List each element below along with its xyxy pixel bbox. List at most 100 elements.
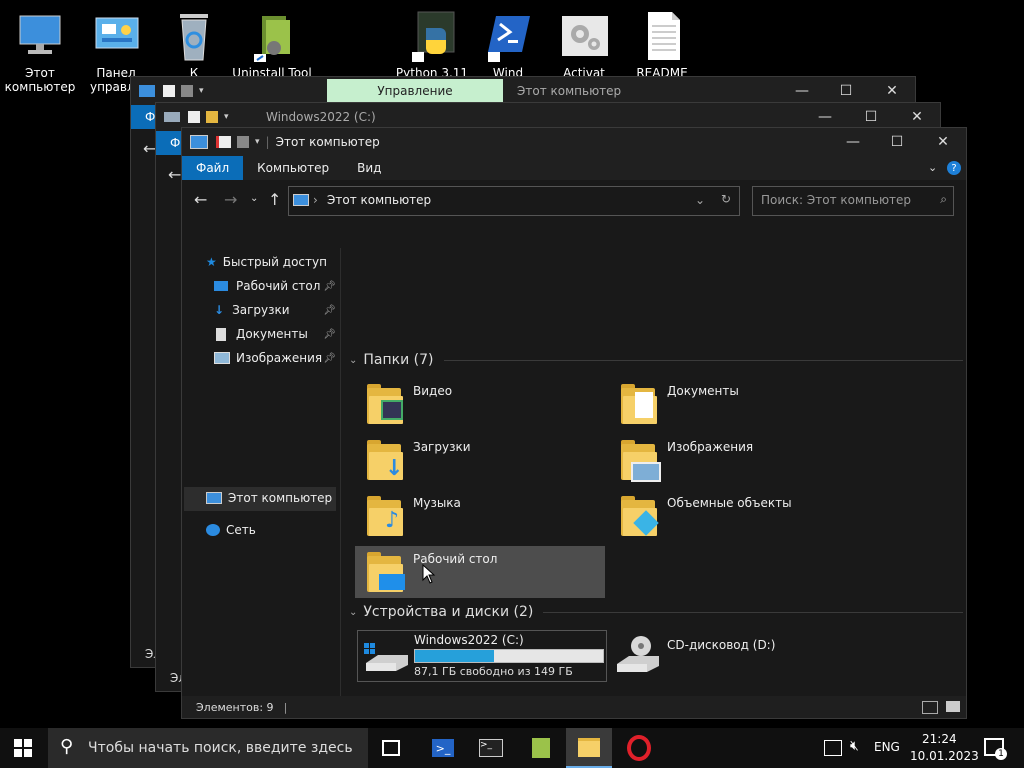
chevron-down-icon[interactable]: ▾	[199, 86, 204, 96]
close-button[interactable]: ✕	[869, 77, 915, 105]
tab-file[interactable]: Файл	[182, 156, 244, 180]
nav-desktop[interactable]: Рабочий стол 📌︎	[214, 274, 336, 298]
nav-label: Изображения	[236, 351, 323, 365]
address-bar[interactable]: › Этот компьютер ⌄ ↻	[288, 186, 740, 216]
large-icons-view-icon[interactable]	[946, 701, 960, 712]
maximize-button[interactable]: ☐	[874, 128, 920, 156]
navigation-bar: ← → ⌄ ↑ › Этот компьютер ⌄ ↻ Поиск: Этот…	[182, 180, 966, 220]
picture-icon	[214, 352, 230, 364]
forward-arrow-icon[interactable]: →	[224, 190, 237, 209]
breadcrumb-separator-icon[interactable]: ›	[313, 193, 318, 207]
nav-downloads[interactable]: ↓ Загрузки 📌︎	[214, 298, 336, 322]
input-language[interactable]: ENG	[874, 740, 900, 754]
up-arrow-icon[interactable]: ↑	[268, 190, 281, 209]
tab-view[interactable]: Вид	[343, 156, 395, 180]
desktop-icon-powershell[interactable]: Wind	[468, 10, 548, 80]
network-status-icon[interactable]	[824, 740, 842, 756]
nav-label: Этот компьютер	[228, 491, 333, 505]
chevron-down-icon[interactable]: ⌄	[695, 193, 705, 207]
desktop-icon-uninstall-tool[interactable]: Uninstall Tool	[232, 10, 312, 80]
properties-icon[interactable]	[163, 85, 175, 97]
nav-network[interactable]: Сеть	[206, 518, 256, 542]
explorer-window[interactable]: ▾ | Этот компьютер — ☐ ✕ Файл Компьютер В…	[181, 127, 967, 719]
search-icon[interactable]: ⌕	[940, 192, 947, 207]
folder-icon[interactable]	[206, 111, 218, 123]
help-icon[interactable]: ?	[947, 161, 961, 175]
close-button[interactable]: ✕	[920, 128, 966, 156]
notification-count: 1	[995, 748, 1007, 760]
folder-icon	[578, 737, 600, 757]
taskbar-uninstall-tool[interactable]	[526, 734, 556, 762]
opera-icon	[627, 735, 651, 761]
new-folder-icon[interactable]	[237, 136, 249, 148]
folder-music[interactable]: ♪ Музыка	[355, 490, 605, 542]
chevron-down-icon[interactable]: ▾	[255, 137, 260, 147]
pin-icon[interactable]: 📌︎	[323, 305, 336, 316]
taskbar-cmd[interactable]: >_	[476, 734, 506, 762]
details-view-icon[interactable]	[922, 701, 938, 714]
taskbar-file-explorer[interactable]	[566, 728, 612, 768]
folder-pictures[interactable]: Изображения	[609, 434, 859, 486]
star-icon: ★	[206, 255, 217, 269]
minimize-button[interactable]: —	[779, 77, 825, 105]
window-title: Windows2022 (C:)	[266, 110, 376, 124]
search-icon: ⚲	[60, 736, 74, 757]
documents-folder-icon	[619, 382, 659, 426]
devices-group[interactable]: ⌄ Устройства и диски (2)	[349, 604, 963, 620]
chevron-down-icon: ⌄	[349, 606, 358, 618]
search-input[interactable]: Поиск: Этот компьютер ⌕	[752, 186, 954, 216]
nav-quick-access[interactable]: ★ Быстрый доступ	[206, 250, 327, 274]
drive-icon	[164, 112, 180, 122]
ribbon-expand-icon[interactable]: ⌄	[928, 161, 937, 174]
folder-3d-objects[interactable]: Объемные объекты	[609, 490, 859, 542]
nav-pictures[interactable]: Изображения 📌︎	[214, 346, 336, 370]
minimize-button[interactable]: —	[830, 128, 876, 156]
refresh-icon[interactable]: ↻	[721, 192, 731, 206]
folder-name: Загрузки	[413, 440, 471, 454]
desktop-folder-icon	[365, 550, 405, 594]
pin-icon[interactable]: 📌︎	[323, 353, 336, 364]
drive-d[interactable]: CD-дисковод (D:)	[611, 630, 859, 680]
volume-muted-icon[interactable]: 🔇︎	[850, 738, 859, 754]
desktop-icon-this-pc[interactable]: Этот компьютер	[0, 10, 80, 94]
back-arrow-icon[interactable]: ←	[194, 190, 207, 209]
folder-name: Видео	[413, 384, 453, 398]
desktop-icon-readme[interactable]: README	[622, 10, 702, 80]
folder-desktop[interactable]: Рабочий стол	[355, 546, 605, 598]
nav-documents[interactable]: Документы 📌︎	[214, 322, 336, 346]
taskbar-powershell[interactable]: >_	[428, 734, 458, 762]
properties-icon[interactable]	[188, 111, 200, 123]
desktop-icon-python[interactable]: Python 3.11	[392, 10, 472, 80]
nav-this-pc-label[interactable]: Этот компьютер	[206, 486, 332, 510]
clock-time[interactable]: 21:24	[922, 732, 957, 746]
taskbar-search[interactable]: ⚲ Чтобы начать поиск, введите здесь	[48, 728, 368, 768]
nav-label: Рабочий стол	[236, 279, 321, 293]
chevron-down-icon[interactable]: ▾	[224, 112, 229, 122]
desktop-icon-activator[interactable]: Activat	[544, 10, 624, 80]
drive-c[interactable]: Windows2022 (C:) 87,1 ГБ свободно из 149…	[357, 630, 607, 682]
back-arrow-icon[interactable]: ←	[168, 165, 181, 184]
folder-videos[interactable]: Видео	[355, 378, 605, 430]
pin-icon[interactable]: 📌︎	[323, 281, 336, 292]
folder-downloads[interactable]: ↓ Загрузки	[355, 434, 605, 486]
task-view-button[interactable]	[376, 734, 406, 762]
taskbar-opera[interactable]	[624, 734, 654, 762]
pin-icon[interactable]: 📌︎	[323, 329, 336, 340]
address-text[interactable]: Этот компьютер	[327, 193, 431, 207]
title-bar[interactable]: ▾ | Этот компьютер — ☐ ✕	[182, 128, 966, 156]
new-folder-icon[interactable]	[181, 85, 193, 97]
maximize-button[interactable]: ☐	[823, 77, 869, 105]
desktop-icon-recycle-bin[interactable]: К	[154, 10, 234, 80]
properties-icon[interactable]	[216, 136, 231, 148]
title-bar[interactable]: ▾ Управление Этот компьютер — ☐ ✕	[131, 77, 915, 105]
clock-date[interactable]: 10.01.2023	[910, 749, 979, 763]
cmd-icon: >_	[479, 739, 503, 757]
folder-name: Документы	[667, 384, 739, 398]
window-title: Этот компьютер	[275, 135, 380, 149]
recent-locations-icon[interactable]: ⌄	[250, 193, 258, 204]
start-button[interactable]	[8, 734, 38, 762]
ribbon-context-tab[interactable]: Управление	[327, 79, 503, 103]
folder-documents[interactable]: Документы	[609, 378, 859, 430]
folders-group[interactable]: ⌄ Папки (7)	[349, 352, 963, 368]
tab-computer[interactable]: Компьютер	[243, 156, 343, 180]
